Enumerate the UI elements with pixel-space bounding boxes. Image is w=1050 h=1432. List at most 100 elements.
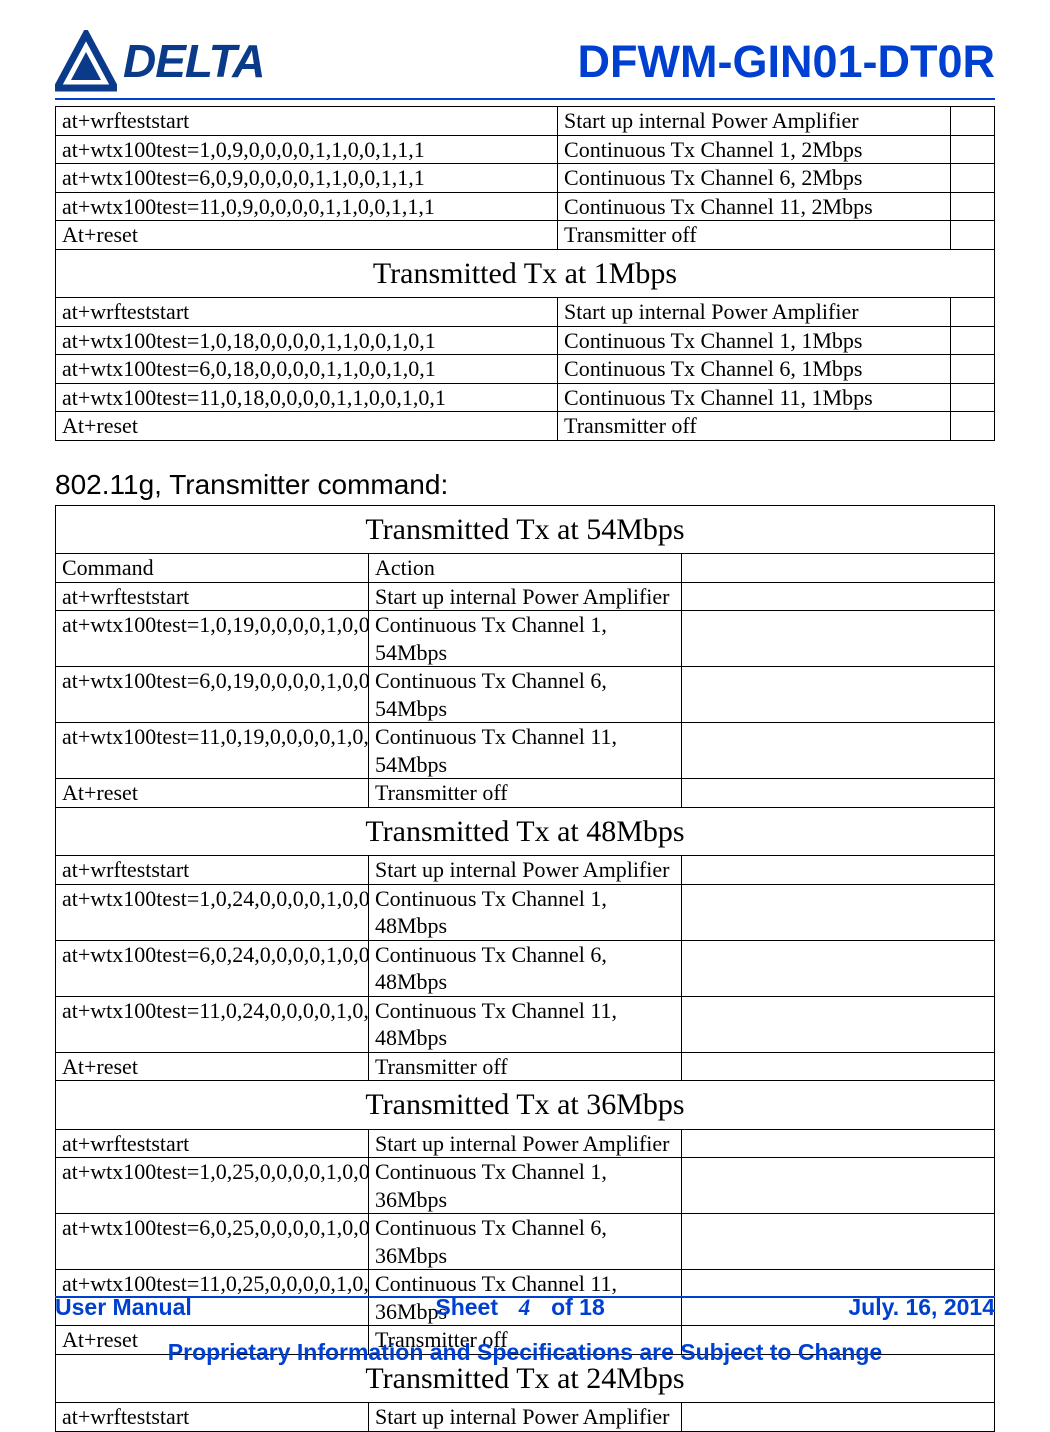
table-row: at+wtx100test=6,0,9,0,0,0,0,1,1,0,0,1,1,…	[56, 164, 995, 193]
section-row: Transmitted Tx at 1Mbps	[56, 249, 995, 298]
command-cell: at+wtx100test=6,0,9,0,0,0,0,1,1,0,0,1,1,…	[56, 164, 558, 193]
command-cell: at+wtx100test=1,0,19,0,0,0,0,1,0,0,0,1,4…	[56, 611, 369, 667]
section-title: Transmitted Tx at 1Mbps	[56, 249, 995, 298]
command-cell: at+wrfteststart	[56, 856, 369, 885]
empty-cell	[682, 723, 995, 779]
command-cell: at+wtx100test=6,0,18,0,0,0,0,1,1,0,0,1,0…	[56, 355, 558, 384]
table-row: at+wtx100test=11,0,19,0,0,0,0,1,0,0,0,1,…	[56, 723, 995, 779]
table-row: at+wtx100test=11,0,24,0,0,0,0,1,0,0,0,1,…	[56, 996, 995, 1052]
empty-cell	[950, 192, 994, 221]
section-row: Transmitted Tx at 48Mbps	[56, 807, 995, 856]
delta-logo-icon	[55, 30, 117, 92]
footer-disclaimer: Proprietary Information and Specificatio…	[55, 1339, 995, 1366]
divider-top	[55, 98, 995, 100]
empty-cell	[682, 1403, 995, 1432]
command-cell: at+wtx100test=1,0,24,0,0,0,0,1,0,0,0,1,0…	[56, 884, 369, 940]
brand-name: DELTA	[123, 34, 265, 88]
command-table-1: at+wrfteststartStart up internal Power A…	[55, 106, 995, 441]
table-row: at+wtx100test=6,0,19,0,0,0,0,1,0,0,0,1,4…	[56, 667, 995, 723]
table-row: at+wtx100test=1,0,24,0,0,0,0,1,0,0,0,1,0…	[56, 884, 995, 940]
empty-cell	[950, 326, 994, 355]
table-row: at+wrfteststartStart up internal Power A…	[56, 298, 995, 327]
empty-cell	[682, 582, 995, 611]
table-row: at+wtx100test=1,0,9,0,0,0,0,1,1,0,0,1,1,…	[56, 135, 995, 164]
command-cell: Command	[56, 554, 369, 583]
command-cell: at+wrfteststart	[56, 582, 369, 611]
command-cell: at+wrfteststart	[56, 1129, 369, 1158]
command-cell: at+wtx100test=1,0,25,0,0,0,0,1,0,0,0,1,5…	[56, 1158, 369, 1214]
empty-cell	[682, 667, 995, 723]
command-cell: at+wtx100test=6,0,25,0,0,0,0,1,0,0,0,1,5…	[56, 1214, 369, 1270]
footer-sheet: Sheet	[435, 1294, 498, 1321]
empty-cell	[682, 554, 995, 583]
empty-cell	[950, 221, 994, 250]
action-cell: Continuous Tx Channel 1, 36Mbps	[369, 1158, 682, 1214]
action-cell: Continuous Tx Channel 6, 36Mbps	[369, 1214, 682, 1270]
command-cell: at+wrfteststart	[56, 1403, 369, 1432]
empty-cell	[682, 856, 995, 885]
action-cell: Start up internal Power Amplifier	[369, 1129, 682, 1158]
table-row: at+wtx100test=11,0,9,0,0,0,0,1,1,0,0,1,1…	[56, 192, 995, 221]
command-table-2: Transmitted Tx at 54MbpsCommandActionat+…	[55, 505, 995, 1432]
empty-cell	[682, 940, 995, 996]
action-cell: Start up internal Power Amplifier	[369, 856, 682, 885]
command-cell: At+reset	[56, 1052, 369, 1081]
action-cell: Transmitter off	[369, 1052, 682, 1081]
action-cell: Start up internal Power Amplifier	[369, 582, 682, 611]
table-row: at+wtx100test=6,0,24,0,0,0,0,1,0,0,0,1,0…	[56, 940, 995, 996]
action-cell: Transmitter off	[558, 221, 951, 250]
table-row: At+resetTransmitter off	[56, 221, 995, 250]
table-row: At+resetTransmitter off	[56, 1052, 995, 1081]
command-cell: At+reset	[56, 221, 558, 250]
table-row: At+resetTransmitter off	[56, 779, 995, 808]
action-cell: Start up internal Power Amplifier	[558, 107, 951, 136]
action-cell: Continuous Tx Channel 11, 1Mbps	[558, 383, 951, 412]
empty-cell	[682, 611, 995, 667]
action-cell: Continuous Tx Channel 6, 48Mbps	[369, 940, 682, 996]
command-cell: at+wtx100test=6,0,24,0,0,0,0,1,0,0,0,1,0…	[56, 940, 369, 996]
empty-cell	[950, 107, 994, 136]
section-title: Transmitted Tx at 48Mbps	[56, 807, 995, 856]
action-cell: Continuous Tx Channel 6, 1Mbps	[558, 355, 951, 384]
action-cell: Start up internal Power Amplifier	[369, 1403, 682, 1432]
section-row: Transmitted Tx at 36Mbps	[56, 1081, 995, 1130]
empty-cell	[950, 355, 994, 384]
table-row: at+wrfteststartStart up internal Power A…	[56, 582, 995, 611]
action-cell: Continuous Tx Channel 1, 2Mbps	[558, 135, 951, 164]
section-title: Transmitted Tx at 36Mbps	[56, 1081, 995, 1130]
brand-logo: DELTA	[55, 30, 265, 92]
table-row: at+wrfteststartStart up internal Power A…	[56, 856, 995, 885]
action-cell: Continuous Tx Channel 6, 54Mbps	[369, 667, 682, 723]
empty-cell	[682, 1214, 995, 1270]
section-heading-80211g: 802.11g, Transmitter command:	[55, 469, 995, 501]
header: DELTA DFWM-GIN01-DT0R	[55, 30, 995, 92]
command-cell: at+wtx100test=11,0,19,0,0,0,0,1,0,0,0,1,…	[56, 723, 369, 779]
footer-center: Sheet 4 of 18	[435, 1294, 604, 1321]
command-cell: At+reset	[56, 779, 369, 808]
command-cell: at+wtx100test=6,0,19,0,0,0,0,1,0,0,0,1,4…	[56, 667, 369, 723]
action-cell: Start up internal Power Amplifier	[558, 298, 951, 327]
empty-cell	[682, 1129, 995, 1158]
footer-of: of 18	[551, 1294, 605, 1321]
action-cell: Continuous Tx Channel 11, 2Mbps	[558, 192, 951, 221]
empty-cell	[950, 135, 994, 164]
empty-cell	[950, 412, 994, 441]
section-row: Transmitted Tx at 54Mbps	[56, 505, 995, 554]
empty-cell	[950, 298, 994, 327]
empty-cell	[682, 1052, 995, 1081]
empty-cell	[682, 779, 995, 808]
command-cell: at+wtx100test=1,0,9,0,0,0,0,1,1,0,0,1,1,…	[56, 135, 558, 164]
empty-cell	[682, 996, 995, 1052]
command-cell: at+wtx100test=11,0,9,0,0,0,0,1,1,0,0,1,1…	[56, 192, 558, 221]
command-cell: at+wtx100test=1,0,18,0,0,0,0,1,1,0,0,1,0…	[56, 326, 558, 355]
table-row: at+wtx100test=1,0,19,0,0,0,0,1,0,0,0,1,4…	[56, 611, 995, 667]
empty-cell	[950, 383, 994, 412]
footer-left: User Manual	[55, 1294, 192, 1321]
command-cell: at+wtx100test=11,0,18,0,0,0,0,1,1,0,0,1,…	[56, 383, 558, 412]
command-cell: at+wrfteststart	[56, 107, 558, 136]
action-cell: Continuous Tx Channel 11, 48Mbps	[369, 996, 682, 1052]
section-title: Transmitted Tx at 54Mbps	[56, 505, 995, 554]
action-cell: Continuous Tx Channel 1, 48Mbps	[369, 884, 682, 940]
command-cell: At+reset	[56, 412, 558, 441]
action-cell: Continuous Tx Channel 11, 54Mbps	[369, 723, 682, 779]
